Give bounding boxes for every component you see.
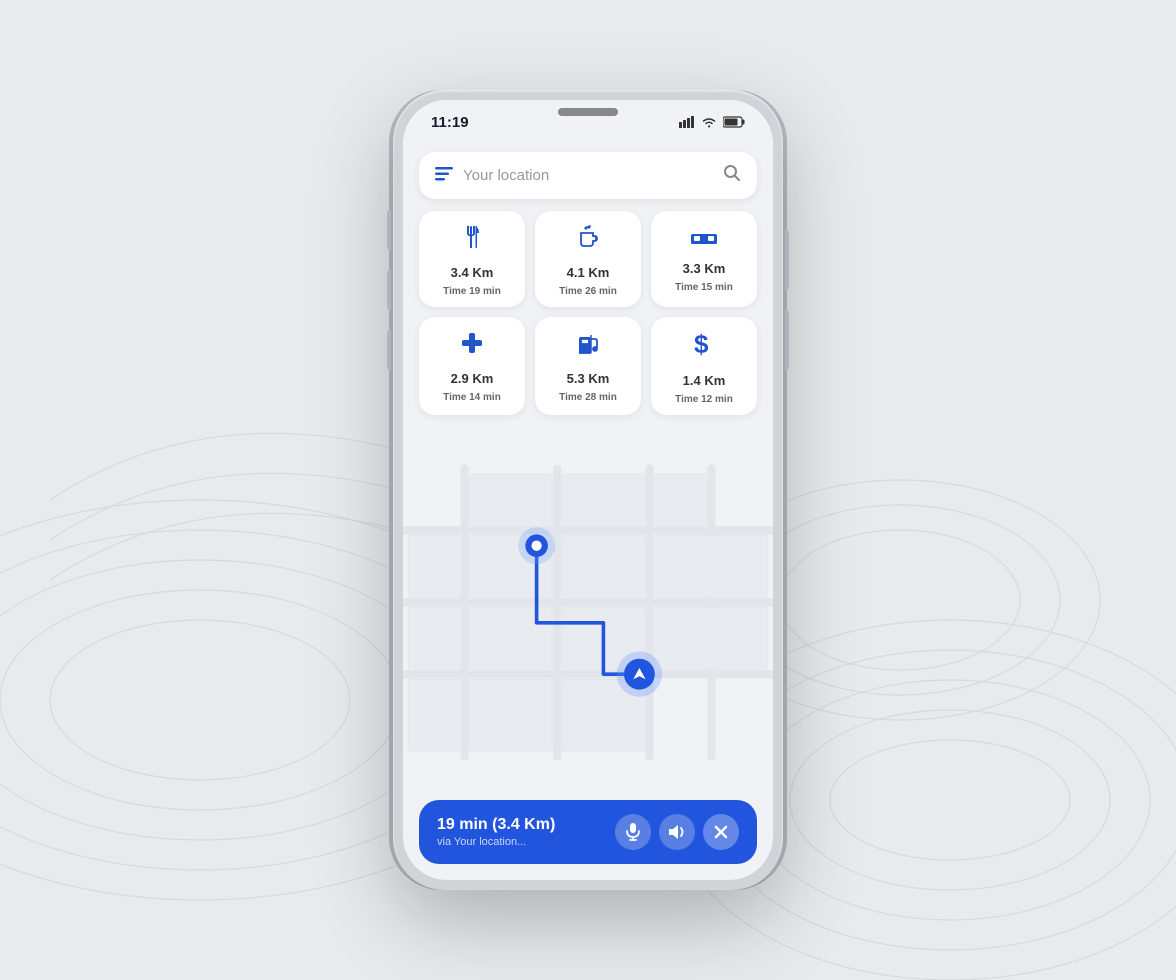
restaurant-time: Time 19 min [443, 286, 501, 297]
medical-distance: 2.9 Km [451, 371, 494, 386]
search-icon[interactable] [723, 164, 741, 187]
gas-distance: 5.3 Km [567, 371, 610, 386]
phone-shell: 11:19 [393, 90, 783, 890]
cafe-time: Time 26 min [559, 286, 617, 297]
speaker-button[interactable] [659, 814, 695, 850]
wifi-icon [701, 116, 717, 128]
restaurant-distance: 3.4 Km [451, 265, 494, 280]
category-cafe[interactable]: 4.1 Km Time 26 min [535, 211, 641, 307]
nav-via: via Your location... [437, 836, 605, 848]
atm-distance: 1.4 Km [683, 373, 726, 388]
close-button[interactable] [703, 814, 739, 850]
notch [558, 108, 618, 116]
map-svg [403, 425, 773, 800]
hotel-icon [690, 225, 718, 251]
category-hotel[interactable]: 3.3 Km Time 15 min [651, 211, 757, 307]
phone-screen: 11:19 [403, 100, 773, 880]
svg-text:$: $ [694, 331, 709, 357]
microphone-button[interactable] [615, 814, 651, 850]
gas-time: Time 28 min [559, 392, 617, 403]
category-grid: 3.4 Km Time 19 min 4.1 Km [403, 211, 773, 415]
status-time: 11:19 [431, 114, 469, 131]
medical-time: Time 14 min [443, 392, 501, 403]
nav-duration: 19 min (3.4 Km) [437, 816, 605, 834]
category-restaurant[interactable]: 3.4 Km Time 19 min [419, 211, 525, 307]
status-icons [679, 116, 745, 128]
atm-time: Time 12 min [675, 394, 733, 405]
medical-icon [460, 331, 484, 361]
hotel-distance: 3.3 Km [683, 261, 726, 276]
nav-info: 19 min (3.4 Km) via Your location... [437, 816, 605, 848]
status-bar: 11:19 [403, 100, 773, 144]
atm-icon: $ [694, 331, 714, 363]
app-content: Your location [403, 144, 773, 880]
cafe-distance: 4.1 Km [567, 265, 610, 280]
category-atm[interactable]: $ 1.4 Km Time 12 min [651, 317, 757, 415]
cafe-icon [576, 225, 600, 255]
nav-actions [615, 814, 739, 850]
restaurant-icon [460, 225, 484, 255]
category-gas[interactable]: 5.3 Km Time 28 min [535, 317, 641, 415]
menu-icon[interactable] [435, 165, 453, 186]
search-bar[interactable]: Your location [419, 152, 757, 199]
search-input[interactable]: Your location [463, 167, 713, 184]
hotel-time: Time 15 min [675, 282, 733, 293]
gas-icon [576, 331, 600, 361]
battery-icon [723, 116, 745, 128]
start-pin-dot [531, 541, 541, 551]
nav-bar: 19 min (3.4 Km) via Your location... [419, 800, 757, 864]
signal-icon [679, 116, 695, 128]
category-medical[interactable]: 2.9 Km Time 14 min [419, 317, 525, 415]
map-area [403, 425, 773, 800]
